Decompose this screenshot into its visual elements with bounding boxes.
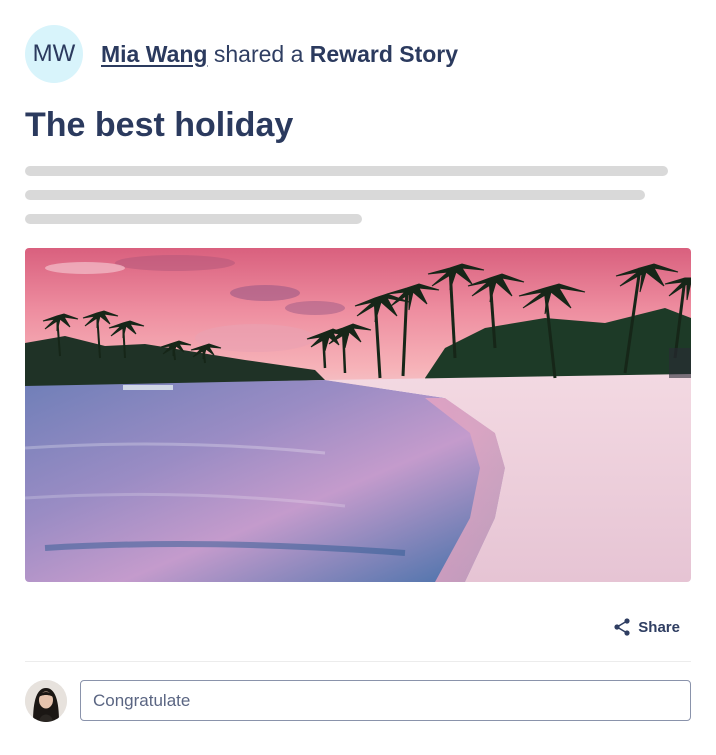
user-photo — [25, 680, 67, 722]
text-placeholder-line — [25, 190, 645, 200]
current-user-avatar — [25, 680, 67, 722]
reward-story-card: MW Mia Wang shared a Reward Story The be… — [0, 0, 716, 755]
story-type-label: Reward Story — [309, 40, 459, 67]
text-placeholder-line — [25, 166, 668, 176]
post-photo — [25, 248, 691, 582]
post-title: The best holiday — [25, 106, 294, 144]
post-attribution: Mia Wang shared a Reward Story — [101, 41, 458, 68]
comment-input[interactable] — [80, 680, 691, 721]
shared-text: shared a — [207, 40, 310, 67]
author-name-link[interactable]: Mia Wang — [101, 41, 207, 67]
divider — [25, 661, 691, 662]
share-icon — [614, 618, 630, 636]
text-placeholder-line — [25, 214, 362, 224]
share-label: Share — [638, 618, 680, 636]
author-avatar[interactable]: MW — [25, 25, 83, 83]
beach-sunset-image — [25, 248, 691, 582]
share-button[interactable]: Share — [612, 617, 680, 637]
author-initials: MW — [32, 40, 76, 67]
post-header: MW Mia Wang shared a Reward Story — [25, 24, 458, 84]
